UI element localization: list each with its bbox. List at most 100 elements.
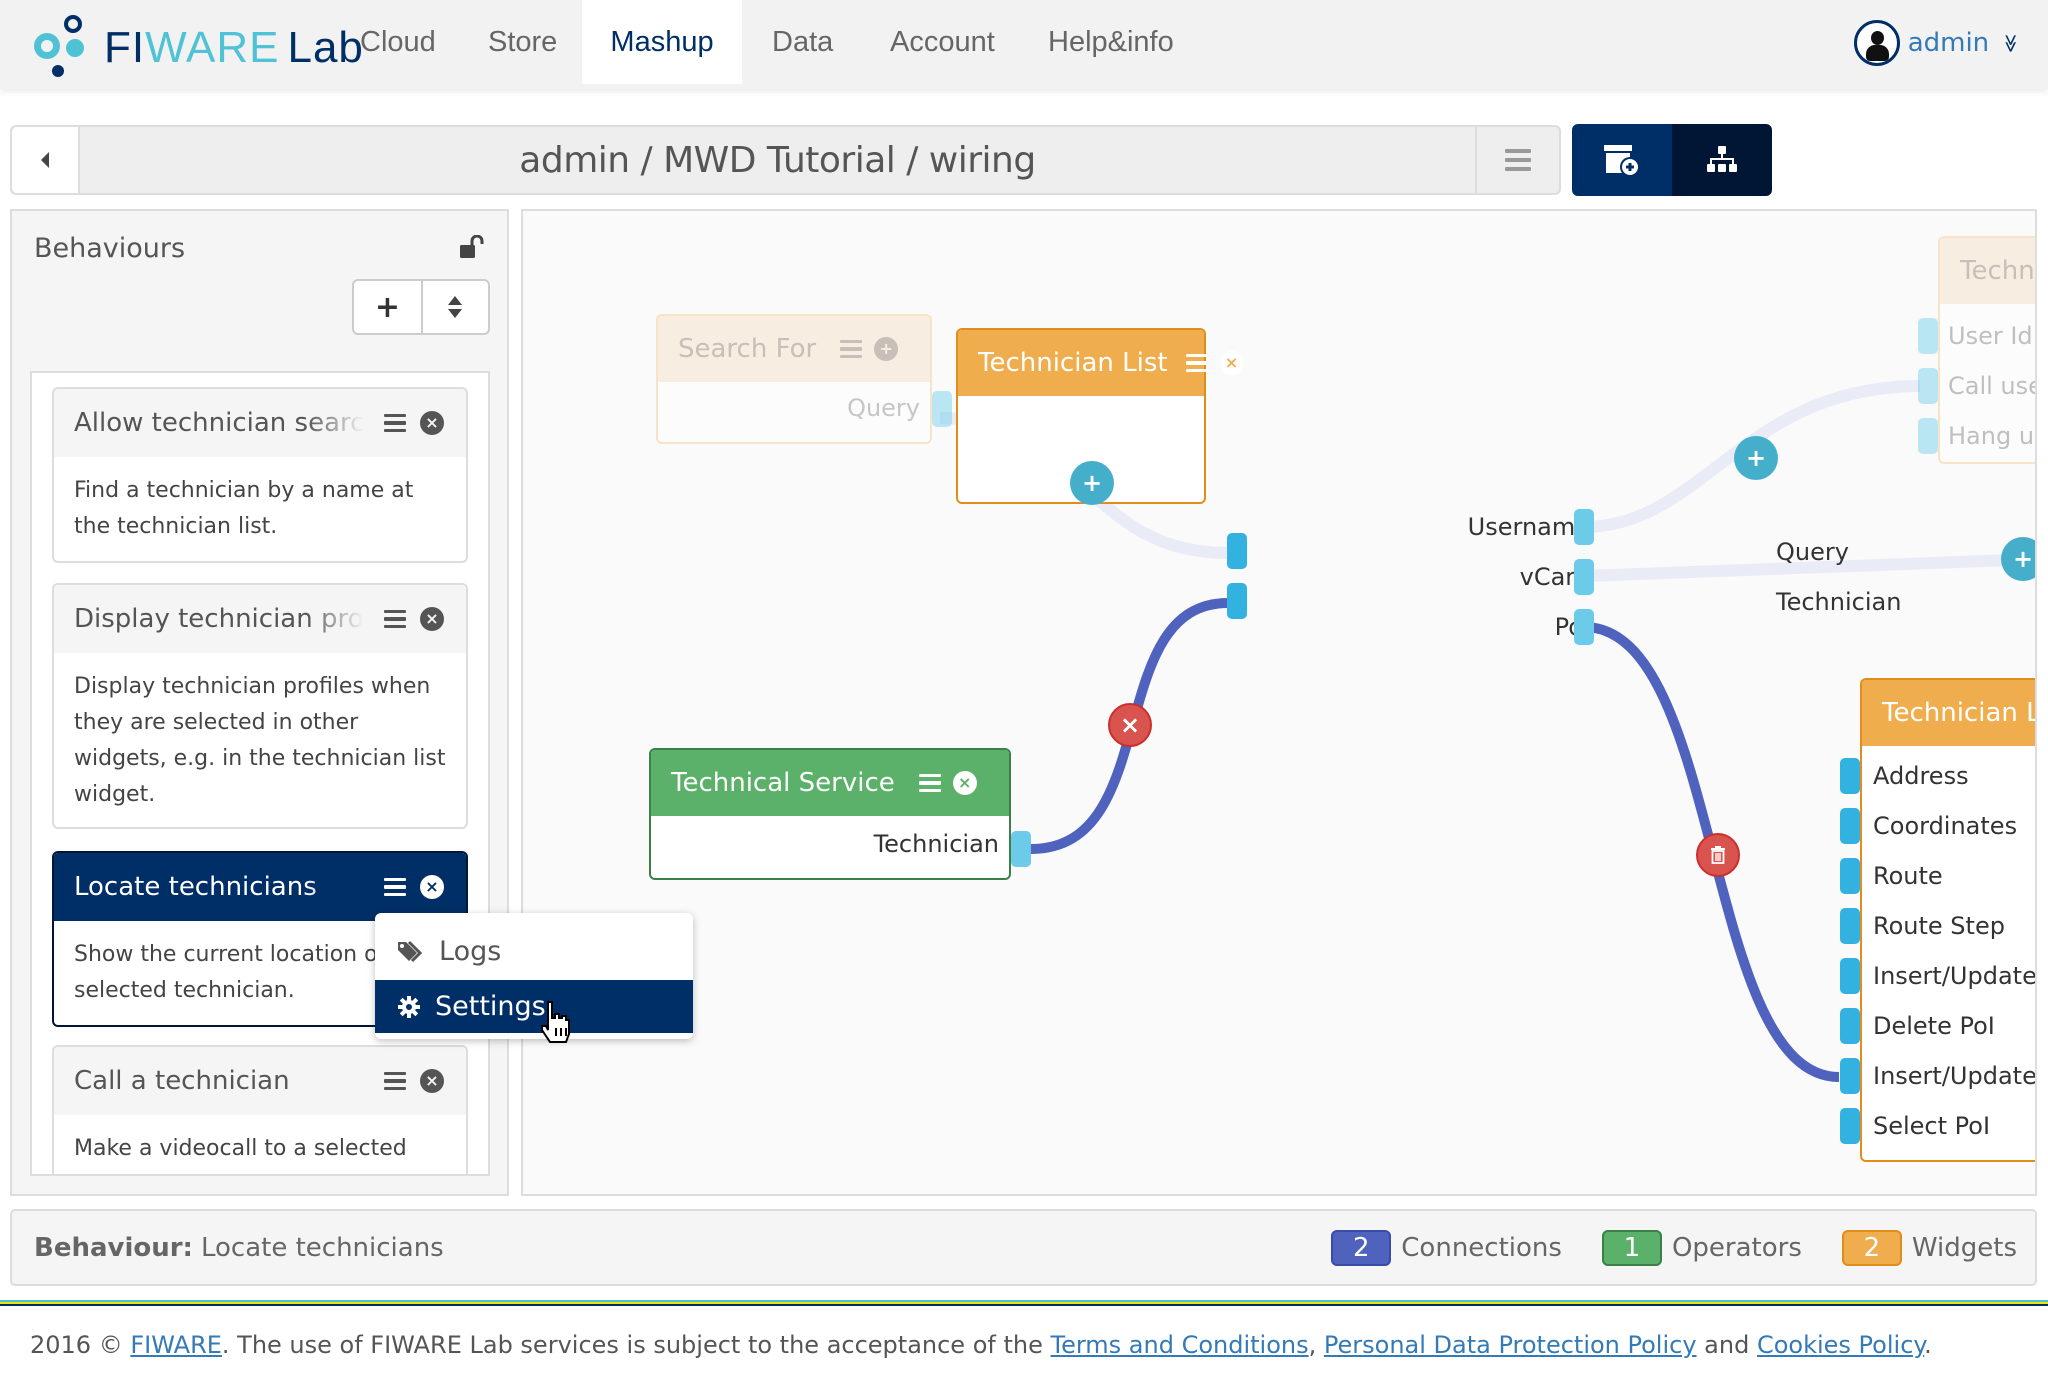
input-endpoint: Hang up xyxy=(1948,422,2035,450)
input-anchor[interactable] xyxy=(1840,1058,1860,1094)
terms-link[interactable]: Terms and Conditions xyxy=(1050,1331,1308,1359)
nav-help-info[interactable]: Help&info xyxy=(1018,0,1204,84)
behaviour-name: Locate technicians xyxy=(74,872,317,902)
output-anchor[interactable] xyxy=(932,391,952,427)
counter-label: Widgets xyxy=(1911,1232,2017,1263)
input-anchor[interactable] xyxy=(1918,368,1938,404)
hamburger-icon xyxy=(1505,149,1531,171)
behaviour-context-menu: Logs Settings xyxy=(375,913,693,1039)
menu-item-logs[interactable]: Logs xyxy=(375,925,693,978)
component-title: Technician Location xyxy=(1882,698,2035,728)
breadcrumb-bar: admin / MWD Tutorial / wiring xyxy=(10,125,1561,195)
behaviours-panel: Behaviours + Allow technician search × F… xyxy=(10,209,509,1196)
components-button[interactable] xyxy=(1572,124,1672,196)
input-anchor[interactable] xyxy=(1918,318,1938,354)
remove-behaviour-icon[interactable]: × xyxy=(420,875,444,899)
input-anchor[interactable] xyxy=(1840,858,1860,894)
input-anchor[interactable] xyxy=(1840,758,1860,794)
output-anchor[interactable] xyxy=(1011,831,1031,867)
nav-account[interactable]: Account xyxy=(860,0,1025,84)
cookies-link[interactable]: Cookies Policy xyxy=(1757,1331,1924,1359)
trash-icon xyxy=(1711,846,1725,864)
privacy-link[interactable]: Personal Data Protection Policy xyxy=(1324,1331,1697,1359)
input-anchor[interactable] xyxy=(1840,1108,1860,1144)
behaviour-menu-icon[interactable] xyxy=(384,877,406,897)
add-behaviour-button[interactable]: + xyxy=(354,281,421,333)
nav-data[interactable]: Data xyxy=(742,0,863,84)
input-endpoint: Address xyxy=(1873,762,1969,790)
remove-behaviour-icon[interactable]: × xyxy=(420,411,444,435)
behaviour-item[interactable]: Allow technician search × Find a technic… xyxy=(52,387,468,563)
logo-dots-icon xyxy=(34,15,94,81)
behaviour-menu-icon[interactable] xyxy=(384,1071,406,1091)
sort-icon xyxy=(448,296,463,318)
input-anchor[interactable] xyxy=(1227,533,1247,569)
input-anchor[interactable] xyxy=(1840,1008,1860,1044)
component-menu-icon[interactable] xyxy=(918,773,941,793)
footer: 2016 © FIWARE. The use of FIWARE Lab ser… xyxy=(30,1331,1932,1359)
component-title: Technician VideoCall xyxy=(1960,256,2035,286)
output-anchor[interactable] xyxy=(1574,559,1594,595)
component-menu-icon[interactable] xyxy=(840,339,863,359)
delete-connection-button[interactable] xyxy=(1696,833,1740,877)
menu-item-settings[interactable]: Settings xyxy=(375,980,693,1033)
input-anchor[interactable] xyxy=(1840,808,1860,844)
view-toggle xyxy=(1572,124,1772,196)
count-badge: 2 xyxy=(1841,1229,1902,1266)
behaviour-menu-icon[interactable] xyxy=(384,609,406,629)
chevron-double-down-icon: ≫ xyxy=(2000,33,2022,53)
behaviours-button[interactable] xyxy=(1672,124,1772,196)
input-endpoint: Select PoI xyxy=(1873,1112,1991,1140)
remove-behaviour-icon[interactable]: × xyxy=(420,1069,444,1093)
output-anchor[interactable] xyxy=(1574,509,1594,545)
component-title: Search For xyxy=(678,334,817,364)
operator-technical-service[interactable]: Technical Service × Technician xyxy=(649,748,1011,880)
remove-behaviour-icon[interactable]: × xyxy=(420,607,444,631)
output-anchor[interactable] xyxy=(1574,609,1594,645)
component-menu-icon[interactable] xyxy=(1185,353,1208,373)
current-behaviour: Behaviour: Locate technicians xyxy=(34,1211,444,1284)
behaviour-item[interactable]: Display technician profiles × Display te… xyxy=(52,583,468,829)
input-endpoint: Route xyxy=(1873,862,1943,890)
nav-store[interactable]: Store xyxy=(458,0,587,84)
footer-divider xyxy=(0,1300,2048,1306)
input-anchor[interactable] xyxy=(1840,908,1860,944)
add-connection-button[interactable]: + xyxy=(1070,461,1114,505)
add-connection-button[interactable]: + xyxy=(2001,537,2035,581)
fiware-link[interactable]: FIWARE xyxy=(130,1331,222,1359)
connections-counter: 2 Connections xyxy=(1331,1229,1562,1266)
add-connection-button[interactable]: + xyxy=(1734,436,1778,480)
archive-plus-icon xyxy=(1604,145,1640,177)
user-name: admin xyxy=(1907,28,1990,58)
remove-component-icon[interactable]: × xyxy=(952,771,977,795)
current-behaviour-label: Behaviour: xyxy=(34,1232,193,1263)
workspace-menu-button[interactable] xyxy=(1475,127,1559,193)
input-endpoint: Coordinates xyxy=(1873,812,2018,840)
plus-icon: + xyxy=(374,289,401,325)
nav-cloud[interactable]: Cloud xyxy=(330,0,466,84)
input-anchor[interactable] xyxy=(1918,418,1938,454)
fiware-lab-logo[interactable]: FIWARE Lab xyxy=(34,15,364,81)
wiring-canvas[interactable]: Search For + Query Technician List × Que… xyxy=(521,209,2037,1196)
behaviour-item[interactable]: Call a technician × Make a videocall to … xyxy=(52,1045,468,1174)
widgets-counter: 2 Widgets xyxy=(1841,1229,2017,1266)
back-button[interactable] xyxy=(12,127,80,193)
status-bar: Behaviour: Locate technicians 2 Connecti… xyxy=(10,1209,2037,1286)
unlock-icon[interactable] xyxy=(459,235,485,259)
nav-mashup[interactable]: Mashup xyxy=(582,0,742,84)
counter-label: Connections xyxy=(1401,1232,1562,1263)
input-anchor[interactable] xyxy=(1227,583,1247,619)
widget-search-for[interactable]: Search For + Query xyxy=(656,314,932,444)
add-component-icon[interactable]: + xyxy=(874,337,899,361)
sitemap-icon xyxy=(1707,146,1737,172)
behaviour-menu-icon[interactable] xyxy=(384,413,406,433)
caret-left-icon xyxy=(41,152,49,168)
user-menu[interactable]: admin ≫ xyxy=(1853,20,2022,66)
remove-connection-button[interactable]: × xyxy=(1108,703,1152,747)
tags-icon xyxy=(398,940,423,962)
behaviour-name: Display technician profiles xyxy=(74,604,364,634)
remove-component-icon[interactable]: × xyxy=(1219,351,1244,375)
input-anchor[interactable] xyxy=(1840,958,1860,994)
count-badge: 2 xyxy=(1331,1229,1392,1266)
order-behaviours-button[interactable] xyxy=(420,281,488,333)
